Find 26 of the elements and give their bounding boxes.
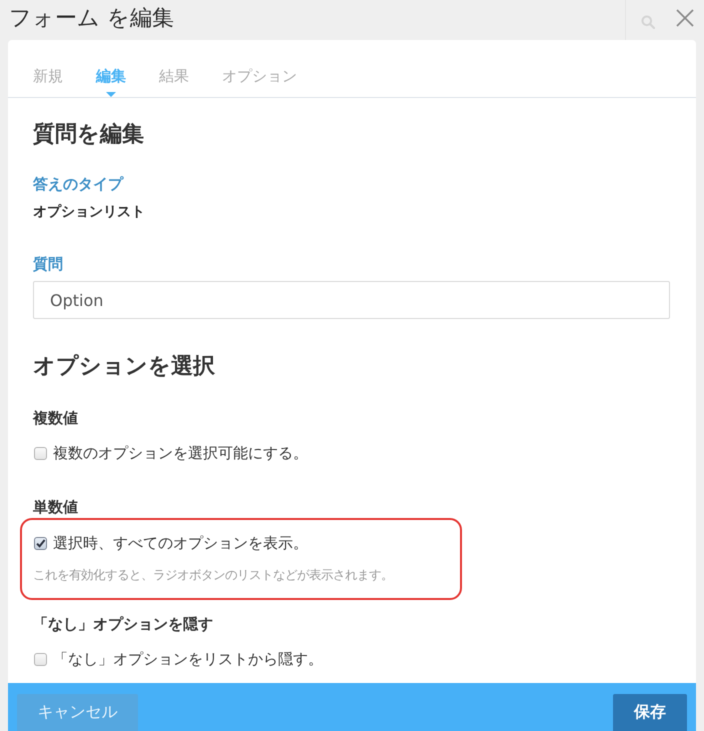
group-heading: 「なし」オプションを隠す (33, 614, 214, 634)
save-button[interactable]: 保存 (613, 694, 687, 731)
field-label: 答えのタイプ (33, 174, 125, 194)
tab[interactable]: 結果 (159, 66, 189, 97)
group-heading: 単数値 (33, 497, 79, 517)
caret-icon (106, 92, 116, 97)
section-heading: オプションを選択 (33, 353, 216, 381)
checkbox[interactable] (34, 536, 47, 550)
checkbox-label: 選択時、すべてのオプションを表示。 (53, 534, 308, 552)
checkbox-label: 「なし」オプションをリストから隠す。 (53, 650, 323, 668)
checkbox-label: 複数のオプションを選択可能にする。 (53, 444, 308, 462)
close-icon[interactable] (676, 9, 694, 27)
cancel-button[interactable]: キャンセル (17, 694, 138, 731)
group-heading: 複数値 (33, 408, 79, 428)
section-heading: 質問を編集 (33, 121, 145, 149)
checkbox[interactable] (34, 446, 47, 460)
checkbox[interactable] (34, 652, 47, 666)
field-label: 質問 (33, 254, 64, 274)
tab[interactable]: 編集 (96, 66, 126, 97)
hint-text: これを有効化すると、ラジオボタンのリストなどが表示されます。 (33, 566, 394, 584)
question-input[interactable]: Option (33, 281, 670, 319)
tab[interactable]: オプション (222, 66, 297, 97)
window-title: フォーム を編集 (9, 5, 174, 33)
search-icon[interactable] (641, 15, 655, 29)
field-value: オプションリスト (33, 203, 146, 222)
tab[interactable]: 新規 (33, 66, 63, 97)
